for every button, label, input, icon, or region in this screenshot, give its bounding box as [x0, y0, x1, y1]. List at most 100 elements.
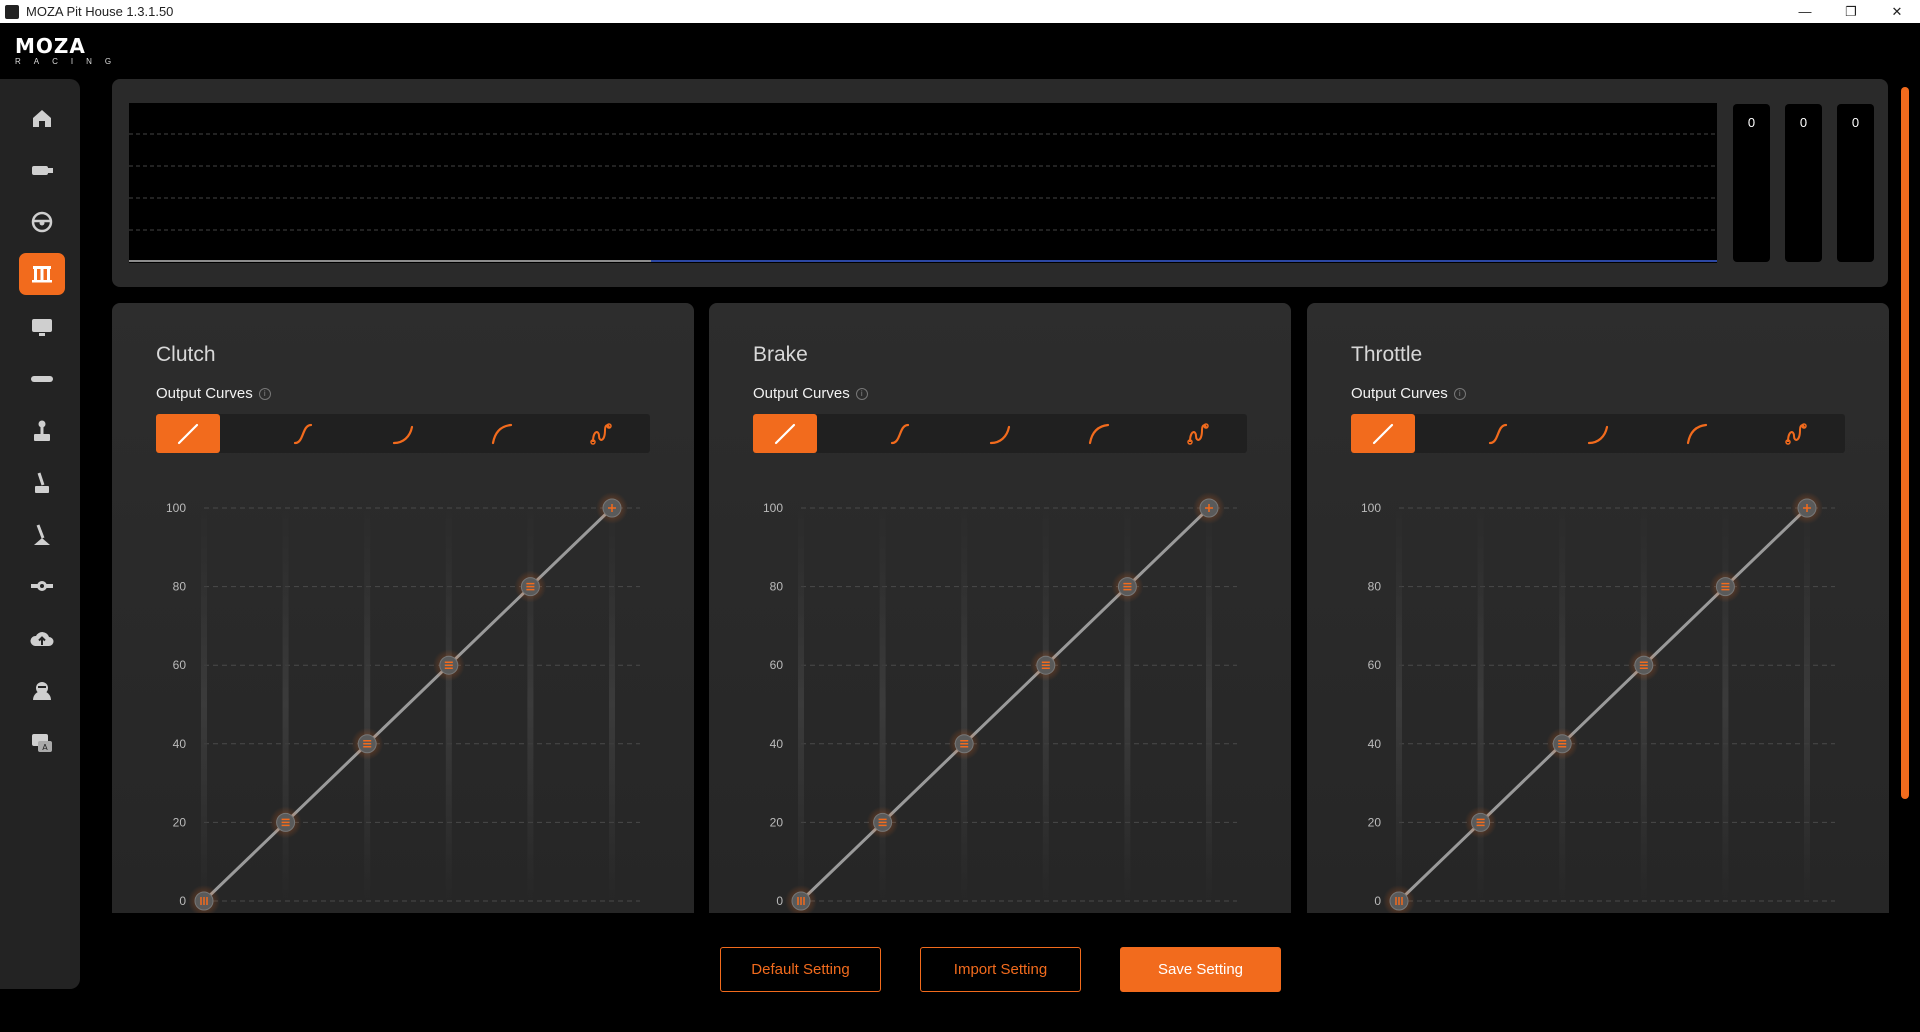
logarithmic-curve-icon — [491, 423, 512, 444]
brake-panel: Brake Output Curves i 0 20 40 60 80 100 — [709, 303, 1291, 913]
default-setting-button[interactable]: Default Setting — [720, 947, 881, 992]
svg-text:A: A — [42, 743, 48, 752]
curve-linear-curve-button[interactable] — [1351, 414, 1415, 453]
output-curve-chart[interactable]: 0 20 40 60 80 100 — [1347, 483, 1847, 913]
support-chat-icon: A — [32, 734, 52, 752]
curve-point-handle[interactable] — [1464, 806, 1497, 839]
curve-point-handle[interactable] — [514, 570, 547, 603]
import-setting-button[interactable]: Import Setting — [920, 947, 1081, 992]
sidebar: A — [0, 79, 80, 989]
exponential-curve-icon — [1587, 425, 1609, 444]
exponential-curve-icon — [392, 425, 414, 444]
curve-point-handle[interactable] — [1791, 492, 1823, 524]
curve-logarithmic-curve-button[interactable] — [452, 414, 551, 453]
window-controls: — ❐ ✕ — [1782, 0, 1920, 23]
y-tick-label: 20 — [770, 815, 784, 829]
curve-linear-curve-button[interactable] — [156, 414, 220, 453]
sidebar-item-handbrake-bar[interactable] — [19, 358, 65, 400]
curve-exponential-curve-button[interactable] — [951, 414, 1050, 453]
curve-linear-curve-button[interactable] — [753, 414, 817, 453]
curve-point-handle[interactable] — [351, 727, 384, 760]
sidebar-item-account[interactable] — [19, 670, 65, 712]
curve-point-handle[interactable] — [1627, 649, 1660, 682]
custom-curve-icon — [1784, 422, 1807, 445]
curve-point-handle[interactable] — [866, 806, 899, 839]
curve-point-handle[interactable] — [948, 727, 981, 760]
info-icon[interactable]: i — [1453, 387, 1466, 400]
maximize-button[interactable]: ❐ — [1828, 0, 1874, 23]
curve-exponential-curve-button[interactable] — [354, 414, 453, 453]
save-setting-button[interactable]: Save Setting — [1120, 947, 1281, 992]
curve-point-handle[interactable] — [1193, 492, 1225, 524]
throttle-panel: Throttle Output Curves i 0 20 40 60 80 100 — [1307, 303, 1889, 913]
curve-custom-curve-button[interactable] — [1746, 414, 1845, 453]
curve-logarithmic-curve-button[interactable] — [1049, 414, 1148, 453]
curve-point-handle[interactable] — [1111, 570, 1144, 603]
curve-point-handle[interactable] — [269, 806, 302, 839]
curve-exponential-curve-button[interactable] — [1549, 414, 1648, 453]
sidebar-item-pedals[interactable] — [19, 253, 65, 295]
sidebar-item-support-chat[interactable]: A — [19, 722, 65, 764]
y-tick-label: 20 — [1368, 815, 1382, 829]
curve-point-handle[interactable] — [596, 492, 628, 524]
output-curves-label: Output Curves i — [1351, 385, 1466, 402]
minimize-button[interactable]: — — [1782, 0, 1828, 23]
curve-s-curve-button[interactable] — [255, 414, 354, 453]
sidebar-item-wheelbase[interactable] — [19, 149, 65, 191]
window-title: MOZA Pit House 1.3.1.50 — [26, 4, 174, 19]
curve-point-handle[interactable] — [1546, 727, 1579, 760]
curve-logarithmic-curve-button[interactable] — [1647, 414, 1746, 453]
sidebar-item-firmware-upload[interactable] — [19, 618, 65, 660]
curve-line — [1397, 506, 1809, 903]
output-curve-chart[interactable]: 0 20 40 60 80 100 — [749, 483, 1249, 913]
slider-track — [1722, 508, 1729, 901]
sidebar-item-steering-wheel[interactable] — [19, 201, 65, 243]
brand-sub: RACING — [15, 57, 125, 66]
output-curves-text: Output Curves — [1351, 385, 1448, 402]
info-icon[interactable]: i — [258, 387, 271, 400]
brake-meter: 0 — [1785, 104, 1822, 262]
exponential-curve-icon — [989, 425, 1011, 444]
sidebar-item-hub[interactable] — [19, 566, 65, 608]
handbrake-lever-icon — [34, 524, 50, 545]
shifter-icon — [34, 420, 50, 441]
linear-curve-icon — [177, 423, 199, 444]
y-tick-label: 80 — [1368, 580, 1382, 594]
curve-custom-curve-button[interactable] — [1148, 414, 1247, 453]
sidebar-item-handbrake-lever[interactable] — [19, 514, 65, 556]
curve-s-curve-button[interactable] — [1450, 414, 1549, 453]
sidebar-item-shifter[interactable] — [19, 410, 65, 452]
slider-track — [1396, 508, 1402, 901]
dashboard-display-icon — [32, 319, 52, 336]
curve-type-selector — [1351, 414, 1845, 453]
curve-point-handle[interactable] — [1029, 649, 1062, 682]
y-tick-label: 20 — [173, 815, 187, 829]
brand-name: MOZA — [15, 34, 86, 58]
slider-track — [879, 508, 886, 901]
moza-logo: MOZA RACING — [15, 36, 135, 66]
linear-curve-icon — [1372, 423, 1394, 444]
info-icon[interactable]: i — [855, 387, 868, 400]
y-tick-label: 40 — [173, 737, 187, 751]
input-graph-panel: 0 0 0 — [112, 79, 1888, 287]
output-curve-chart[interactable]: 0 20 40 60 80 100 — [152, 483, 652, 913]
curve-s-curve-button[interactable] — [852, 414, 951, 453]
y-tick-label: 60 — [173, 658, 187, 672]
steering-wheel-icon — [31, 211, 53, 233]
y-tick-label: 0 — [776, 894, 783, 908]
slider-track — [1559, 508, 1566, 901]
y-tick-label: 60 — [770, 658, 784, 672]
scrollbar[interactable] — [1901, 87, 1909, 799]
close-button[interactable]: ✕ — [1874, 0, 1920, 23]
account-icon — [33, 682, 51, 700]
sidebar-item-dashboard-display[interactable] — [19, 306, 65, 348]
custom-curve-icon — [589, 422, 612, 445]
curve-point-handle[interactable] — [432, 649, 465, 682]
home-icon — [33, 110, 51, 127]
curve-point-handle[interactable] — [1709, 570, 1742, 603]
sidebar-item-home[interactable] — [19, 97, 65, 139]
slider-track — [1206, 508, 1212, 901]
sidebar-item-sequential-shifter[interactable] — [19, 462, 65, 504]
y-tick-label: 40 — [1368, 737, 1382, 751]
curve-custom-curve-button[interactable] — [551, 414, 650, 453]
